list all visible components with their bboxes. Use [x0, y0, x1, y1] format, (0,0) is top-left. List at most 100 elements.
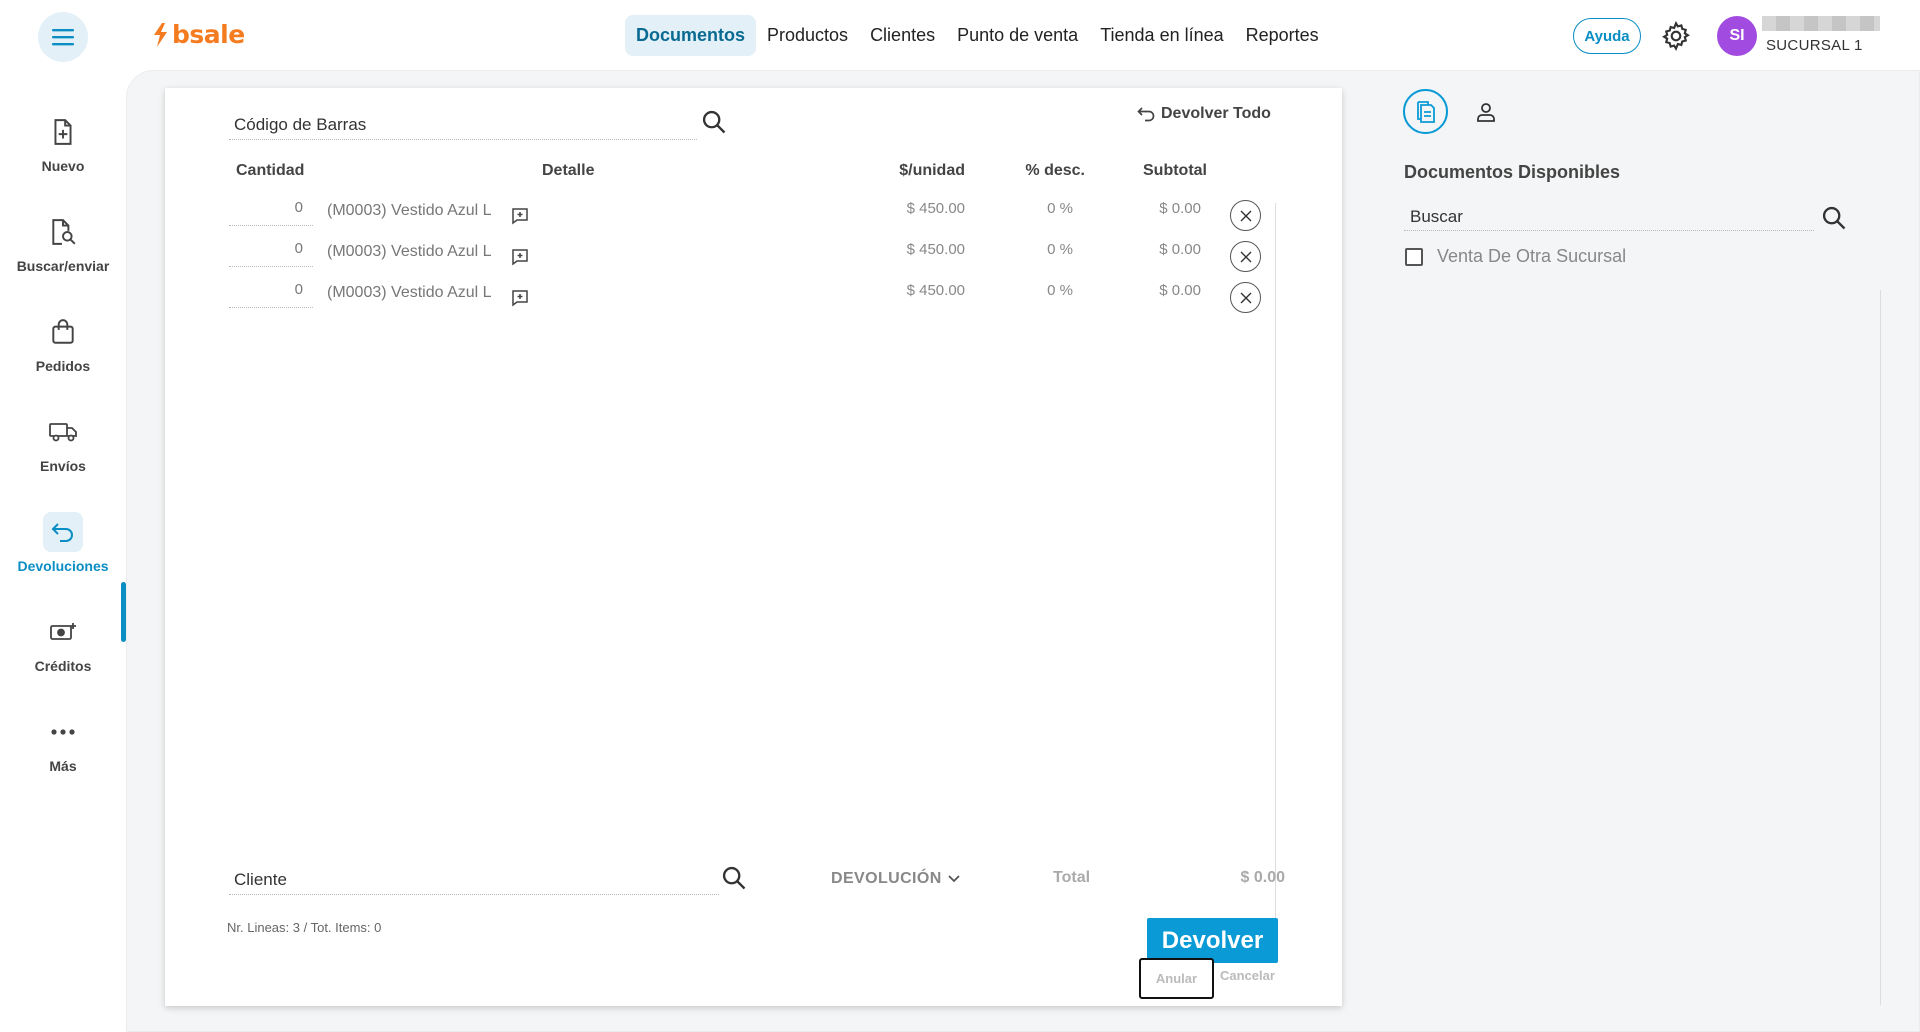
undo-arrow-icon: [1137, 107, 1155, 122]
column-header-subtotal: Subtotal: [1143, 162, 1207, 179]
sidebar-item-pedidos[interactable]: Pedidos: [0, 312, 126, 374]
barcode-placeholder: Código de Barras: [234, 115, 367, 134]
checkbox-label: Venta De Otra Sucursal: [1437, 246, 1627, 266]
file-plus-icon: [43, 112, 83, 152]
user-icon: [1477, 103, 1495, 122]
return-all-button[interactable]: Devolver Todo: [1137, 105, 1271, 123]
bsale-logo[interactable]: bsale: [152, 20, 245, 49]
bsale-bolt-icon: [154, 22, 167, 47]
cancel-button[interactable]: Cancelar: [1220, 968, 1275, 983]
chevron-down-icon: [948, 875, 960, 883]
item-detail: (M0003) Vestido Azul L: [327, 284, 492, 301]
add-comment-icon[interactable]: [511, 207, 529, 225]
column-header-unit-price: $/unidad: [899, 162, 965, 179]
client-search-icon[interactable]: [720, 864, 748, 892]
lines-info: Nr. Lineas: 3 / Tot. Items: 0: [227, 920, 382, 935]
column-header-detail: Detalle: [542, 162, 595, 179]
sidebar-item-mas[interactable]: Más: [0, 712, 126, 774]
table-row: 0 (M0003) Vestido Azul L $ 450.00 0 % $ …: [165, 240, 1342, 280]
sidebar-item-creditos[interactable]: Créditos: [0, 612, 126, 674]
nav-punto-de-venta[interactable]: Punto de venta: [946, 15, 1089, 56]
column-header-quantity: Cantidad: [236, 162, 305, 179]
help-button[interactable]: Ayuda: [1573, 18, 1641, 54]
nav-reportes[interactable]: Reportes: [1235, 15, 1330, 56]
menu-icon: [52, 29, 74, 46]
return-document-card: Código de Barras Devolver Todo Cantidad …: [165, 88, 1342, 1006]
total-label: Total: [1053, 869, 1091, 886]
document-type-select[interactable]: DEVOLUCIÓN: [831, 870, 960, 888]
quantity-input[interactable]: 0: [229, 240, 313, 267]
return-button[interactable]: Devolver: [1147, 918, 1278, 963]
void-button[interactable]: Anular: [1139, 958, 1214, 999]
remove-row-button[interactable]: [1230, 241, 1261, 272]
return-all-label: Devolver Todo: [1161, 105, 1271, 122]
top-bar: bsale Documentos Productos Clientes Punt…: [0, 0, 1920, 70]
quantity-input[interactable]: 0: [229, 199, 313, 226]
user-name-redacted: [1762, 16, 1880, 31]
subtotal: $ 0.00: [1159, 282, 1201, 299]
nav-productos[interactable]: Productos: [756, 15, 859, 56]
nav-clientes[interactable]: Clientes: [859, 15, 946, 56]
sidebar: Nuevo Buscar/enviar Pedidos Envíos Devol…: [0, 70, 126, 1032]
return-arrow-icon: [43, 512, 83, 552]
sidebar-item-envios[interactable]: Envíos: [0, 412, 126, 474]
document-type-value: DEVOLUCIÓN: [831, 870, 942, 887]
money-plus-icon: [43, 612, 83, 652]
discount: 0 %: [1047, 282, 1073, 299]
sidebar-label: Envíos: [40, 458, 86, 474]
unit-price: $ 450.00: [906, 200, 965, 217]
item-detail: (M0003) Vestido Azul L: [327, 202, 492, 219]
sidebar-label: Créditos: [34, 658, 92, 674]
available-documents-title: Documentos Disponibles: [1404, 162, 1621, 182]
brand-name: bsale: [172, 20, 245, 49]
settings-gear-icon[interactable]: [1660, 20, 1692, 52]
client-tab[interactable]: [1470, 96, 1502, 128]
column-header-discount: % desc.: [1025, 162, 1085, 179]
client-input[interactable]: Cliente: [229, 861, 719, 895]
add-comment-icon[interactable]: [511, 289, 529, 307]
other-branch-sale-checkbox[interactable]: Venta De Otra Sucursal: [1405, 246, 1626, 267]
user-avatar[interactable]: SI: [1717, 16, 1757, 56]
file-search-icon: [43, 212, 83, 252]
quantity-input[interactable]: 0: [229, 281, 313, 308]
nav-tienda-en-linea[interactable]: Tienda en línea: [1089, 15, 1234, 56]
add-comment-icon[interactable]: [511, 248, 529, 266]
sidebar-item-nuevo[interactable]: Nuevo: [0, 112, 126, 174]
close-icon: [1240, 210, 1251, 221]
sidebar-label: Pedidos: [35, 358, 91, 374]
client-placeholder: Cliente: [234, 870, 287, 889]
unit-price: $ 450.00: [906, 282, 965, 299]
remove-row-button[interactable]: [1230, 282, 1261, 313]
barcode-input[interactable]: Código de Barras: [229, 106, 697, 140]
main-nav: Documentos Productos Clientes Punto de v…: [625, 15, 1330, 56]
nav-documentos[interactable]: Documentos: [625, 15, 757, 56]
subtotal: $ 0.00: [1159, 241, 1201, 258]
unit-price: $ 450.00: [906, 241, 965, 258]
discount: 0 %: [1047, 200, 1073, 217]
documents-search-input[interactable]: Buscar: [1404, 197, 1814, 231]
subtotal: $ 0.00: [1159, 200, 1201, 217]
barcode-search-icon[interactable]: [700, 108, 728, 136]
shopping-bag-icon: [43, 312, 83, 352]
sidebar-label: Devoluciones: [17, 558, 109, 574]
table-row: 0 (M0003) Vestido Azul L $ 450.00 0 % $ …: [165, 281, 1342, 321]
more-dots-icon: [43, 712, 83, 752]
documents-tab[interactable]: [1403, 89, 1448, 134]
truck-icon: [43, 412, 83, 452]
scroll-divider: [1275, 203, 1276, 931]
sidebar-item-buscar-enviar[interactable]: Buscar/enviar: [0, 212, 126, 274]
hamburger-menu-button[interactable]: [38, 12, 88, 62]
discount: 0 %: [1047, 241, 1073, 258]
sidebar-item-devoluciones[interactable]: Devoluciones: [0, 512, 126, 574]
total-value: $ 0.00: [1240, 869, 1285, 886]
document-icon: [1416, 100, 1435, 123]
checkbox-box[interactable]: [1405, 247, 1423, 266]
sidebar-label: Más: [49, 758, 77, 774]
panel-divider: [1880, 290, 1881, 1005]
remove-row-button[interactable]: [1230, 200, 1261, 231]
sidebar-label: Nuevo: [41, 158, 85, 174]
sidebar-label: Buscar/enviar: [16, 258, 110, 274]
branch-name[interactable]: SUCURSAL 1: [1766, 37, 1863, 54]
documents-search-icon[interactable]: [1820, 204, 1848, 232]
table-row: 0 (M0003) Vestido Azul L $ 450.00 0 % $ …: [165, 199, 1342, 239]
